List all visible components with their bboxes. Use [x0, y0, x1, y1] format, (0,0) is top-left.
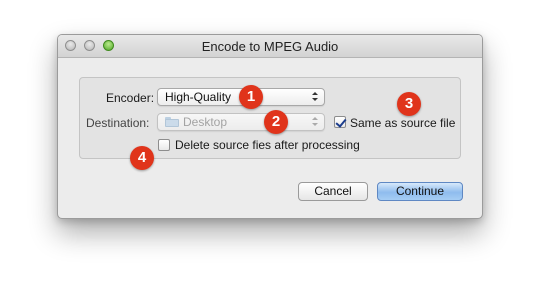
delete-source-label[interactable]: Delete source fies after processing [175, 138, 360, 152]
destination-popup-value: Desktop [183, 115, 228, 129]
up-down-arrows-icon [312, 91, 319, 103]
callout-badge-3: 3 [397, 92, 421, 116]
encoder-label: Encoder: [106, 91, 155, 105]
checkmark-icon [335, 116, 347, 128]
up-down-arrows-icon [312, 116, 319, 128]
callout-badge-1: 1 [239, 85, 263, 109]
continue-button[interactable]: Continue [377, 182, 463, 201]
callout-badge-4: 4 [130, 146, 154, 170]
same-as-source-label[interactable]: Same as source file [350, 116, 455, 130]
callout-badge-2: 2 [264, 110, 288, 134]
title-bar[interactable]: Encode to MPEG Audio [58, 35, 482, 58]
destination-label: Destination: [86, 116, 150, 130]
encode-dialog-window: Encode to MPEG Audio Encoder: High-Quali… [57, 34, 483, 219]
same-as-source-checkbox[interactable] [334, 116, 347, 128]
folder-icon [165, 117, 179, 127]
destination-popup[interactable]: Desktop [157, 113, 325, 131]
window-title: Encode to MPEG Audio [201, 39, 339, 54]
delete-source-checkbox[interactable] [158, 139, 170, 151]
cancel-button[interactable]: Cancel [298, 182, 368, 201]
encoder-popup-value: High-Quality [165, 90, 232, 104]
